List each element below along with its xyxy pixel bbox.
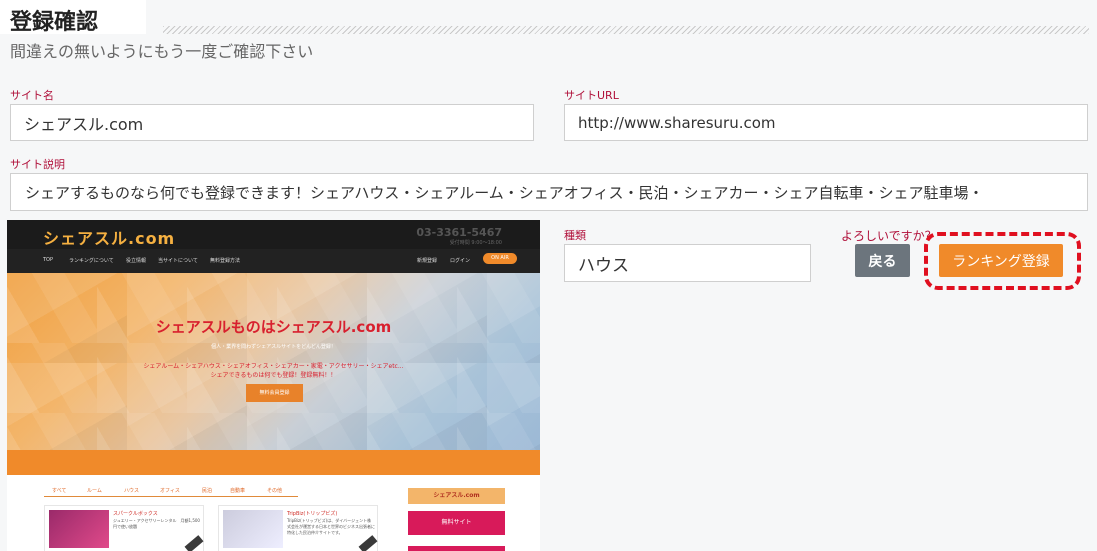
site-screenshot-thumbnail: シェアスル.com 03-3361-5467 受付時間 9:00～18:00 T… [7,220,540,551]
site-description-label: サイト説明 [10,158,65,171]
thumb-card-ribbon [358,535,378,551]
thumb-hours: 受付時間 9:00～18:00 [449,240,502,246]
back-button[interactable]: 戻る [855,244,910,277]
thumb-nav-pill: ON AIR [483,253,517,264]
thumb-hero-subtitle: 個人・業界を問わずシェアスルサイトをどんどん登録！ [211,344,336,350]
site-name-label: サイト名 [10,89,54,102]
page-title: 登録確認 [0,0,146,35]
site-url-label: サイトURL [564,89,619,102]
thumb-tab: ハウス [124,488,140,494]
thumb-card: スパークルボックス ジュエリー・アクセサリーレンタル 月額1,500円で使い放題 [44,505,204,551]
thumb-nav-item: 当サイトについて [158,258,198,264]
thumb-card-image [223,510,283,548]
thumb-orange-band [7,450,540,475]
thumb-tab: その他 [267,488,283,494]
thumb-card-title: スパークルボックス [113,511,158,517]
thumb-hero-line: シェアできるものは何でも登録！登録無料！！ [210,372,337,379]
thumb-tab: 自動車 [230,488,246,494]
thumb-hero-button: 無料会員登録 [246,384,303,402]
kind-field[interactable]: ハウス [564,244,811,282]
title-divider [163,26,1089,34]
thumb-logo: シェアスル.com [43,229,176,248]
thumb-nav: TOP ランキングについて 役立情報 当サイトについて 無料登録方法 新規登録 … [7,249,540,273]
ranking-register-button[interactable]: ランキング登録 [939,244,1063,277]
thumb-card-text: ジュエリー・アクセサリーレンタル 月額1,500円で使い放題 [113,518,200,529]
page-subtitle: 間違えの無いようにもう一度ご確認下さい [10,42,314,61]
thumb-side-bar [408,546,505,551]
thumb-tab: ルーム [87,488,102,494]
thumb-nav-item: 新規登録 [417,258,438,264]
thumb-hero-title: シェアスルものはシェアスル.com [155,318,392,336]
thumb-card-image [49,510,109,548]
confirm-question: よろしいですか？ [841,229,937,243]
thumb-tab: オフィス [160,488,180,494]
thumb-nav-item: ランキングについて [69,258,114,264]
thumb-header: シェアスル.com 03-3361-5467 受付時間 9:00～18:00 [7,220,540,249]
thumb-tab: すべて [52,488,67,494]
kind-label: 種類 [564,229,586,242]
thumb-card: TripBiz(トリップビズ) TripBiz(トリップビズ)は、ダイバージェン… [218,505,378,551]
thumb-nav-item: 無料登録方法 [210,258,241,264]
site-description-field[interactable]: シェアするものなら何でも登録できます！シェアハウス・シェアルーム・シェアオフィス… [10,173,1088,211]
site-url-field[interactable]: http://www.sharesuru.com [564,104,1088,141]
thumb-nav-item: 役立情報 [126,258,147,264]
thumb-hero-line: シェアルーム・シェアハウス・シェアオフィス・シェアカー・家電・アクセサリー・シェ… [143,363,404,370]
thumb-hero: シェアスルものはシェアスル.com 個人・業界を問わずシェアスルサイトをどんどん… [7,273,540,450]
thumb-side-logo: シェアスル.com [408,488,505,504]
thumb-tabs: すべて ルーム ハウス オフィス 民泊 自動車 その他 [44,483,298,497]
thumb-card-text: TripBiz(トリップビズ)は、ダイバージェント株式会社が運営する日本と世界の… [287,518,375,535]
thumb-side-button: 無料サイト [408,511,505,535]
thumb-card-ribbon [184,535,204,551]
thumb-card-title: TripBiz(トリップビズ) [287,511,338,517]
thumb-nav-item: TOP [43,257,54,263]
thumb-tab: 民泊 [202,488,213,494]
site-name-field[interactable]: シェアスル.com [10,104,534,141]
thumb-phone: 03-3361-5467 [416,226,502,239]
thumb-nav-item: ログイン [450,258,471,264]
